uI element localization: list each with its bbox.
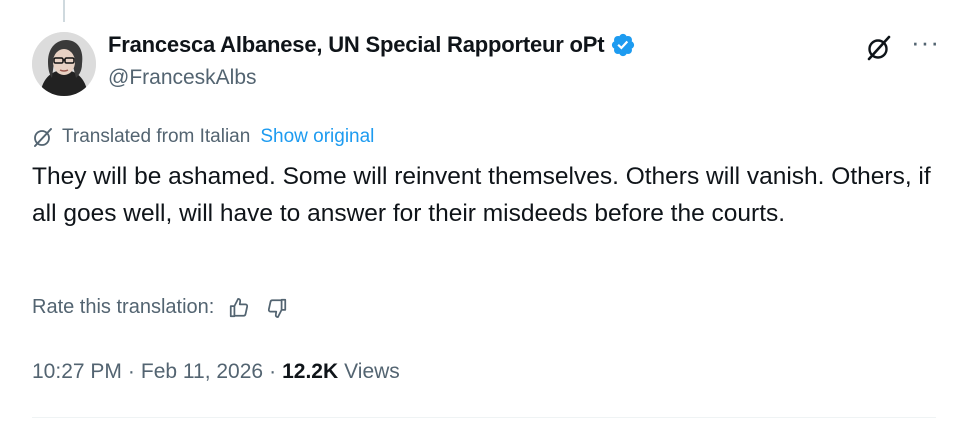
tweet-time[interactable]: 10:27 PM	[32, 360, 122, 384]
tweet-meta: 10:27 PM · Feb 11, 2026 · 12.2K Views	[32, 360, 400, 384]
grok-icon[interactable]	[865, 34, 893, 62]
tweet-top-actions: ···	[865, 29, 940, 62]
author-name-row[interactable]: Francesca Albanese, UN Special Rapporteu…	[108, 32, 636, 58]
views-label: Views	[344, 360, 400, 383]
meta-separator: ·	[127, 360, 135, 383]
verified-badge-icon	[612, 33, 635, 57]
author-display-name[interactable]: Francesca Albanese, UN Special Rapporteu…	[108, 32, 605, 58]
rate-translation-row: Rate this translation:	[32, 296, 288, 319]
thread-connector-line	[63, 0, 65, 22]
tweet-date[interactable]: Feb 11, 2026	[141, 360, 263, 384]
tweet-text: They will be ashamed. Some will reinvent…	[32, 163, 931, 227]
thumbs-down-icon[interactable]	[266, 297, 288, 319]
meta-separator: ·	[269, 360, 277, 383]
divider	[32, 417, 936, 418]
show-original-link[interactable]: Show original	[260, 126, 374, 148]
rating-buttons	[228, 297, 288, 319]
translate-icon	[34, 128, 52, 147]
thumbs-up-icon[interactable]	[228, 297, 250, 319]
avatar[interactable]	[32, 32, 96, 96]
translation-notice: Translated from Italian Show original	[32, 126, 374, 148]
translated-from-label: Translated from Italian	[62, 126, 251, 147]
author-handle[interactable]: @FranceskAlbs	[108, 66, 257, 90]
views-count: 12.2K	[282, 360, 339, 383]
avatar-image	[32, 32, 96, 96]
more-options-icon[interactable]: ···	[911, 29, 940, 55]
rate-translation-label: Rate this translation:	[32, 296, 215, 318]
grok-icon-glyph	[867, 35, 891, 61]
